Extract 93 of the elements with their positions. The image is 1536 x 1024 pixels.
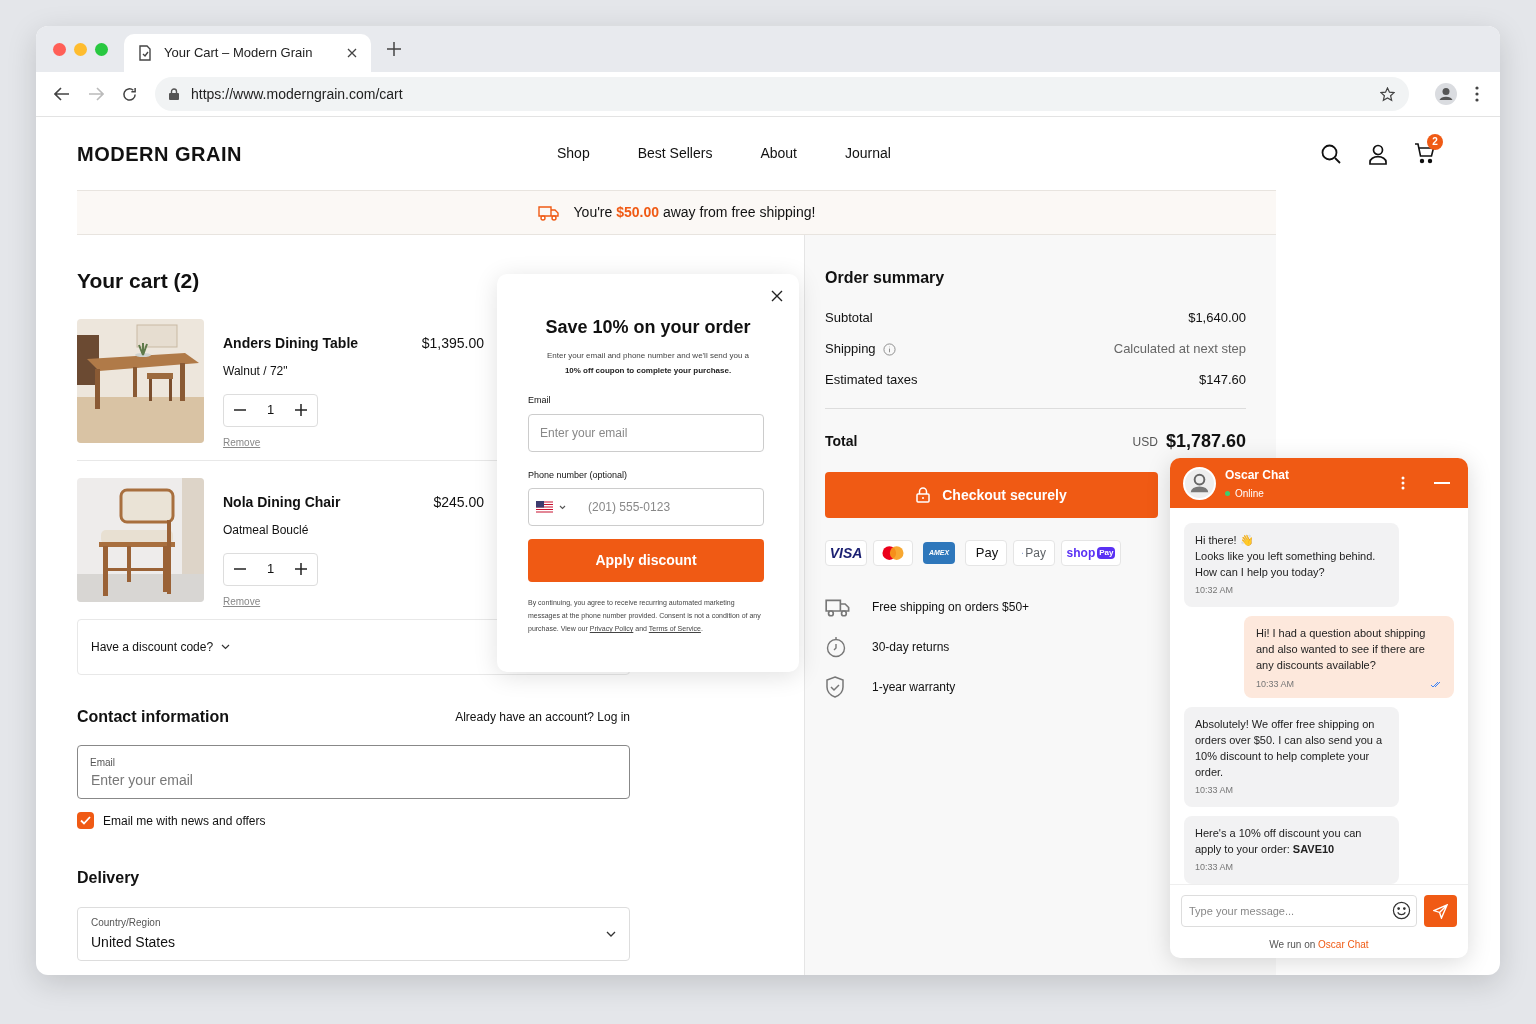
checkbox[interactable] [77, 812, 94, 829]
email-input[interactable]: Enter your email [528, 413, 764, 452]
chat-status: Online [1235, 486, 1264, 501]
plus-icon[interactable] [295, 563, 307, 575]
summary-label: Subtotal [825, 309, 873, 328]
feature-text: Free shipping on orders $50+ [872, 599, 1030, 616]
mastercard-icon [882, 545, 904, 561]
summary-value: $147.60 [1199, 371, 1246, 390]
menu-icon[interactable] [1475, 86, 1479, 102]
section-title: Delivery [77, 867, 141, 888]
address-bar[interactable]: https://www.moderngrain.com/cart [155, 77, 1409, 111]
lock-icon [169, 88, 179, 100]
lock-icon [916, 487, 931, 503]
truck-icon [825, 597, 851, 617]
phone-input[interactable]: (201) 555-0123 [528, 488, 764, 526]
payment-logo: VISA [825, 540, 867, 566]
chevron-down-icon[interactable] [559, 504, 566, 510]
popup-title: Save 10% on your order [544, 316, 752, 339]
payment-logo: Pay [1013, 540, 1055, 566]
payment-logo: shop Pay [1061, 540, 1121, 566]
payment-logo: Pay [965, 540, 1007, 566]
truck-icon [537, 204, 560, 221]
country-select[interactable]: Country/Region United States [77, 906, 630, 961]
feature-text: 1-year warranty [872, 679, 956, 696]
nav-link[interactable]: Journal [845, 143, 891, 164]
bookmark-star-icon[interactable] [1380, 86, 1395, 102]
product-variant: Walnut / 72" [223, 362, 289, 380]
currency-code: USD [1132, 433, 1158, 451]
emoji-icon[interactable] [1392, 901, 1411, 920]
page-icon [138, 45, 152, 61]
store-logo[interactable]: MODERN GRAIN [77, 138, 557, 169]
summary-value: Calculated at next step [1113, 340, 1246, 359]
summary-title: Order summary [825, 268, 946, 288]
account-icon[interactable] [1367, 142, 1389, 165]
message-text: Here's a 10% off discount you can apply to your order: SAVE10 [1195, 826, 1363, 857]
message-text: Hi there! 👋 Looks like you left something behind. How can I help you today? [1195, 533, 1377, 580]
feature-text: 30-day returns [872, 639, 950, 656]
message-time: 10:33 AM [1195, 784, 1235, 797]
summary-value: $1,640.00 [1188, 309, 1246, 328]
quantity-value: 1 [266, 560, 275, 579]
banner-text: You're $50.00 away from free shipping! [573, 203, 816, 222]
chat-footer: We run on Oscar Chat [1181, 937, 1457, 952]
search-icon[interactable] [1320, 142, 1342, 165]
checkbox-label: Email me with news and offers [103, 812, 266, 830]
total-label: Total [825, 432, 858, 451]
nav-link[interactable]: About [760, 143, 797, 164]
chat-name: Oscar Chat [1225, 466, 1291, 484]
cart-count-badge: 2 [1427, 133, 1443, 150]
plus-icon[interactable] [295, 404, 307, 416]
message-time: 10:32 AM [1195, 584, 1235, 597]
reload-icon[interactable] [122, 86, 137, 102]
field-label: Phone number (optional) [528, 468, 629, 482]
back-icon[interactable] [54, 87, 70, 101]
chevron-down-icon [221, 643, 231, 650]
product-name[interactable]: Anders Dining Table [223, 332, 359, 354]
product-price: $245.00 [433, 492, 484, 512]
new-tab-icon[interactable] [387, 42, 401, 56]
field-label: Email [90, 755, 115, 770]
timer-icon [825, 636, 847, 658]
summary-label: Estimated taxes [825, 371, 918, 390]
send-icon [1433, 903, 1448, 919]
product-variant: Oatmeal Bouclé [223, 521, 310, 539]
login-link[interactable]: Already have an account? Log in [455, 707, 630, 726]
avatar-icon [1183, 466, 1216, 500]
quantity-value: 1 [266, 401, 275, 420]
popup-subtitle: Enter your email and phone number and we'll send you a 10% off coupon to complete your purchase. [545, 350, 751, 377]
send-button[interactable] [1424, 895, 1457, 927]
total-amount: $1,787.60 [1165, 430, 1246, 453]
flag-icon [536, 501, 553, 513]
close-icon[interactable] [347, 48, 357, 58]
message-time: 10:33 AM [1256, 678, 1295, 691]
message-time: 10:33 AM [1195, 861, 1235, 874]
remove-link[interactable]: Remove [223, 593, 484, 609]
field-label: Email [528, 394, 552, 407]
cart-title: Your cart (2) [77, 268, 200, 294]
profile-icon[interactable] [1435, 83, 1457, 105]
section-title: Contact information [77, 706, 229, 727]
shield-check-icon [825, 676, 845, 698]
close-icon[interactable] [771, 290, 783, 302]
browser-tab[interactable]: Your Cart – Modern Grain [124, 34, 371, 72]
chevron-down-icon [606, 930, 616, 937]
message-text: Absolutely! We offer free shipping on orders over $50. I can also send you a 10% discount to help complete your order. [1195, 717, 1384, 780]
summary-label: Shipping [825, 340, 876, 359]
oscar-chat-link[interactable]: Oscar Chat [1318, 939, 1369, 950]
product-price: $1,395.00 [421, 333, 484, 353]
message-input[interactable]: Type your message... [1181, 895, 1417, 927]
more-options-icon[interactable] [1401, 476, 1405, 490]
remove-link[interactable]: Remove [223, 434, 484, 450]
product-name[interactable]: Nola Dining Chair [223, 491, 341, 513]
nav-link[interactable]: Shop [557, 143, 590, 164]
check-icon [80, 816, 91, 825]
nav-link[interactable]: Best Sellers [637, 143, 713, 164]
message-text: Hi! I had a question about shipping and also wanted to see if there are any discounts available? [1256, 626, 1427, 673]
